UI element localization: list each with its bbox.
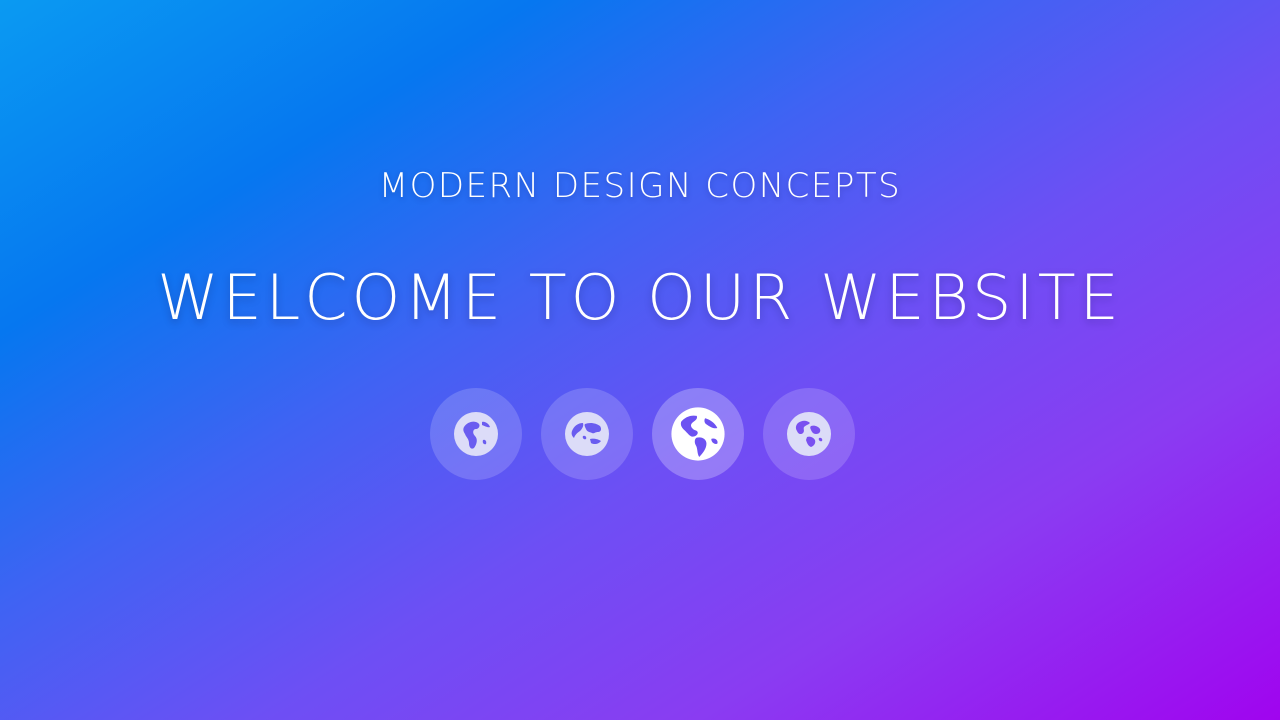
hero-section: MODERN DESIGN CONCEPTS WELCOME TO OUR WE… <box>0 0 1280 720</box>
globe-africa-icon <box>454 412 498 456</box>
globe-europe-icon <box>787 412 831 456</box>
globe-button-asia[interactable] <box>541 388 633 480</box>
globe-button-americas[interactable] <box>652 388 744 480</box>
globe-americas-icon <box>671 407 725 461</box>
hero-subtitle: MODERN DESIGN CONCEPTS <box>378 166 902 206</box>
globe-icon-row <box>430 388 856 480</box>
globe-asia-icon <box>565 412 609 456</box>
globe-button-europe[interactable] <box>763 388 855 480</box>
hero-title: WELCOME TO OUR WEBSITE <box>157 261 1123 334</box>
globe-button-africa[interactable] <box>430 388 522 480</box>
